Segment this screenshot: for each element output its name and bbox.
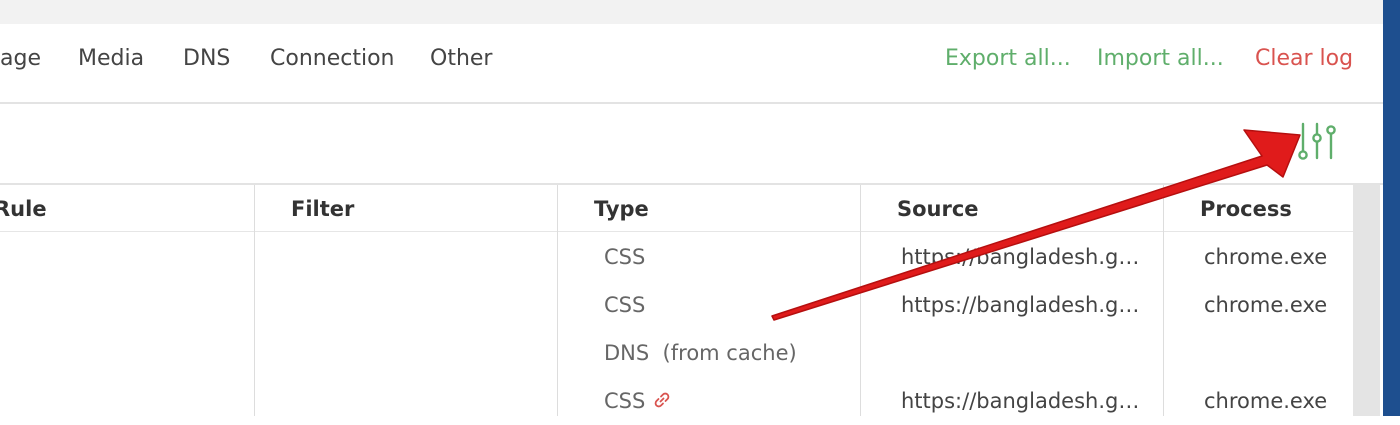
column-header-filter[interactable]: Filter (291, 197, 354, 221)
link-icon[interactable] (653, 389, 671, 415)
column-header-process[interactable]: Process (1200, 197, 1292, 221)
table-row[interactable]: DNS (from cache) (0, 329, 1353, 377)
row-process: chrome.exe (1204, 389, 1328, 413)
row-type: CSS (604, 293, 646, 317)
tabs-bar: age Media DNS Connection Other Export al… (0, 24, 1383, 104)
vertical-scrollbar[interactable] (1353, 185, 1380, 416)
table-header: Rule Filter Type Source Process (0, 185, 1353, 232)
row-process: chrome.exe (1204, 245, 1328, 269)
filter-bar (0, 104, 1383, 185)
import-all-button[interactable]: Import all... (1097, 46, 1224, 72)
sliders-icon[interactable] (1294, 120, 1340, 166)
window-right-edge (1383, 0, 1400, 416)
row-source: https://bangladesh.gov.bd/css (901, 293, 1141, 317)
tab-dns[interactable]: DNS (183, 46, 230, 72)
row-source: https://bangladesh.gov.bd/css (901, 389, 1141, 413)
table-row[interactable]: CSS https://bangladesh.gov.bd/css chrome… (0, 281, 1353, 329)
column-header-source[interactable]: Source (897, 197, 979, 221)
row-process: chrome.exe (1204, 293, 1328, 317)
tab-other[interactable]: Other (430, 46, 492, 72)
tab-media[interactable]: Media (78, 46, 144, 72)
column-header-rule[interactable]: Rule (0, 197, 47, 221)
tab-usage[interactable]: age (0, 46, 41, 72)
row-type: CSS (604, 245, 646, 269)
row-type: DNS (from cache) (604, 341, 797, 365)
table-row[interactable]: CSS https://bangladesh.gov.bd/css chrome… (0, 233, 1353, 281)
row-type: CSS (604, 388, 671, 415)
row-type-label: CSS (604, 389, 646, 413)
tab-connection[interactable]: Connection (270, 46, 394, 72)
column-header-type[interactable]: Type (594, 197, 649, 221)
clear-log-button[interactable]: Clear log (1255, 46, 1353, 72)
export-all-button[interactable]: Export all... (945, 46, 1071, 72)
row-source: https://bangladesh.gov.bd/css (901, 245, 1141, 269)
table-row[interactable]: CSS https://bangladesh.gov.bd/css chrome… (0, 377, 1353, 425)
window-top-strip (0, 0, 1383, 24)
